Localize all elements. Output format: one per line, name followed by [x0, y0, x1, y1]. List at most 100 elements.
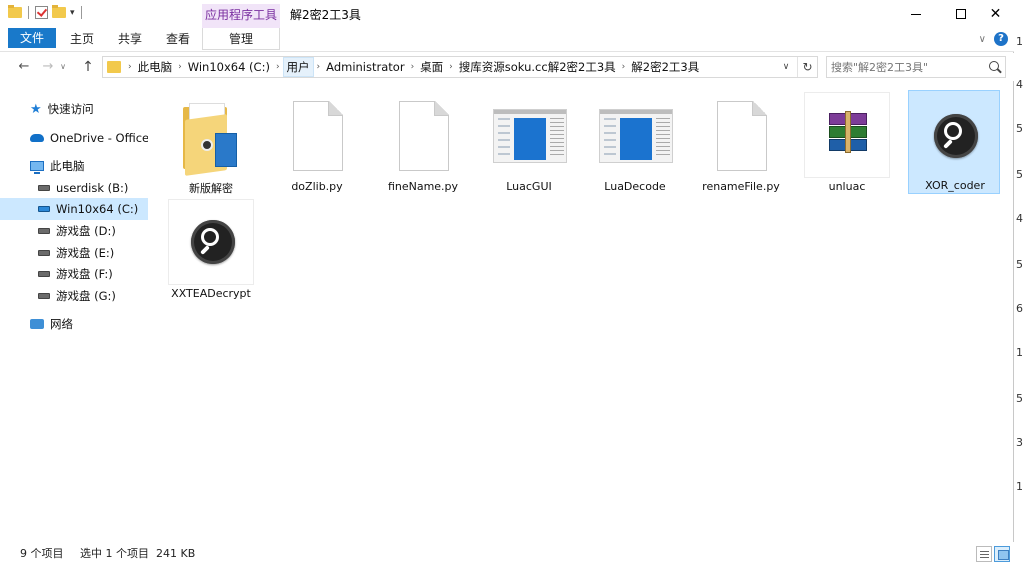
background-text: 3 [1016, 436, 1023, 449]
background-text: 6 [1016, 302, 1023, 315]
search-icon[interactable] [989, 61, 999, 71]
properties-icon[interactable] [35, 6, 48, 19]
search-box[interactable] [826, 56, 1006, 78]
explorer-window: ▾ 应用程序工具 解2密2工3具 ✕ 文件 主页 共享 查看 管理 ∨ ? ← … [0, 0, 1014, 571]
list-item[interactable]: 新版解密 [168, 92, 254, 198]
file-name: XXTEADecrypt [171, 287, 251, 300]
nav-drive-c[interactable]: Win10x64 (C:) [0, 198, 148, 220]
breadcrumb-administrator[interactable]: Administrator [323, 57, 407, 77]
new-folder-icon[interactable] [52, 5, 66, 18]
list-item[interactable]: fineName.py [380, 92, 466, 198]
breadcrumb-this-pc[interactable]: 此电脑 [135, 57, 176, 77]
thumbnail [168, 199, 254, 285]
tab-view[interactable]: 查看 [156, 28, 200, 50]
search-input[interactable] [831, 59, 981, 75]
chevron-right-icon[interactable]: › [175, 62, 185, 72]
background-window-edge: 1 4 5 5 4 5 6 1 5 3 1 [1014, 0, 1024, 571]
list-item[interactable]: LuacGUI [486, 92, 572, 198]
thumbnail [592, 92, 678, 178]
recent-locations-button[interactable]: ∨ [56, 57, 70, 77]
thumbnail [168, 92, 254, 178]
quick-access-toolbar: ▾ [8, 5, 84, 19]
expand-ribbon-icon[interactable]: ∨ [979, 34, 986, 45]
up-button[interactable]: ↑ [78, 57, 98, 77]
navigation-bar: ← → ∨ ↑ › 此电脑 › Win10x64 (C:) › 用户 › Adm… [0, 53, 1014, 81]
refresh-button[interactable]: ↻ [797, 57, 817, 77]
forward-button[interactable]: → [38, 57, 58, 77]
file-list: 新版解密 doZlib.py fineName.py LuacGUI LuaDe… [150, 82, 1010, 542]
nav-onedrive[interactable]: OneDrive - Office365 [0, 127, 148, 149]
contextual-tab-header: 应用程序工具 [202, 4, 280, 28]
background-text: 4 [1016, 212, 1023, 225]
nav-drive-b[interactable]: userdisk (B:) [0, 177, 148, 199]
nav-item-label: 快速访问 [47, 102, 94, 116]
back-button[interactable]: ← [14, 57, 34, 77]
title-bar: ▾ 应用程序工具 解2密2工3具 ✕ [0, 0, 1014, 28]
background-text: 5 [1016, 168, 1023, 181]
tab-manage[interactable]: 管理 [202, 28, 280, 50]
file-name: doZlib.py [291, 180, 343, 193]
breadcrumb-c-drive[interactable]: Win10x64 (C:) [185, 57, 273, 77]
breadcrumb-soku-folder[interactable]: 搜库资源soku.cc解2密2工3具 [456, 57, 619, 77]
navigation-pane: ★ 快速访问 OneDrive - Office365 此电脑 userdisk… [0, 82, 148, 542]
address-dropdown-button[interactable]: ∨ [777, 57, 795, 77]
background-text: 1 [1016, 346, 1023, 359]
window-title: 解2密2工3具 [290, 8, 361, 22]
thumbnail [698, 92, 784, 178]
minimize-icon [910, 13, 921, 15]
list-item[interactable]: XXTEADecrypt [168, 199, 254, 305]
chevron-right-icon[interactable]: › [273, 62, 283, 72]
breadcrumb-current-folder[interactable]: 解2密2工3具 [628, 57, 702, 77]
cloud-icon [30, 134, 44, 142]
computer-icon [30, 161, 44, 174]
breadcrumb-users[interactable]: 用户 [282, 57, 314, 77]
nav-quick-access[interactable]: ★ 快速访问 [0, 98, 148, 120]
list-item[interactable]: renameFile.py [698, 92, 784, 198]
tab-home[interactable]: 主页 [60, 28, 104, 50]
nav-item-label: 网络 [50, 317, 73, 331]
nav-network[interactable]: 网络 [0, 313, 148, 335]
list-item[interactable]: unluac [804, 92, 890, 198]
large-icons-view-button[interactable] [994, 546, 1010, 562]
nav-drive-d[interactable]: 游戏盘 (D:) [0, 220, 148, 242]
selection-size: 241 KB [156, 547, 196, 560]
breadcrumb-desktop[interactable]: 桌面 [417, 57, 446, 77]
minimize-button[interactable] [893, 0, 938, 28]
nav-item-label: 游戏盘 (F:) [56, 267, 113, 281]
nav-this-pc[interactable]: 此电脑 [0, 155, 148, 177]
chevron-right-icon[interactable]: › [125, 62, 135, 72]
breadcrumb: › 此电脑 › Win10x64 (C:) › 用户 › Administrat… [125, 57, 702, 77]
background-text: 1 [1016, 35, 1023, 48]
file-name: renameFile.py [702, 180, 780, 193]
help-icon[interactable]: ? [994, 32, 1008, 46]
ribbon-tabs: 文件 主页 共享 查看 管理 ∨ ? [0, 28, 1014, 52]
nav-item-label: 游戏盘 (E:) [56, 246, 115, 260]
list-item[interactable]: LuaDecode [592, 92, 678, 198]
file-name: 新版解密 [189, 182, 233, 195]
close-button[interactable]: ✕ [973, 0, 1018, 28]
nav-drive-e[interactable]: 游戏盘 (E:) [0, 242, 148, 264]
address-bar[interactable]: › 此电脑 › Win10x64 (C:) › 用户 › Administrat… [102, 56, 818, 78]
chevron-right-icon[interactable]: › [619, 62, 629, 72]
document-icon [293, 101, 343, 171]
list-item[interactable]: doZlib.py [274, 92, 360, 198]
star-icon: ★ [30, 101, 42, 117]
background-text: 1 [1016, 480, 1023, 493]
tab-file[interactable]: 文件 [8, 28, 56, 48]
close-icon: ✕ [989, 6, 1002, 22]
tab-share[interactable]: 共享 [108, 28, 152, 50]
details-view-button[interactable] [976, 546, 992, 562]
chevron-right-icon[interactable]: › [408, 62, 418, 72]
thumbnail [804, 92, 890, 178]
chevron-right-icon[interactable]: › [314, 62, 324, 72]
chevron-right-icon[interactable]: › [446, 62, 456, 72]
ribbon-controls: ∨ ? [979, 32, 1008, 46]
nav-drive-f[interactable]: 游戏盘 (F:) [0, 263, 148, 285]
list-item-selected[interactable]: XOR_coder [908, 90, 1000, 194]
magnifier-app-icon [934, 114, 978, 158]
network-icon [30, 319, 44, 329]
nav-item-label: 游戏盘 (D:) [56, 224, 116, 238]
customize-toolbar-icon[interactable]: ▾ [70, 8, 75, 18]
background-text: 5 [1016, 258, 1023, 271]
nav-drive-g[interactable]: 游戏盘 (G:) [0, 285, 148, 307]
